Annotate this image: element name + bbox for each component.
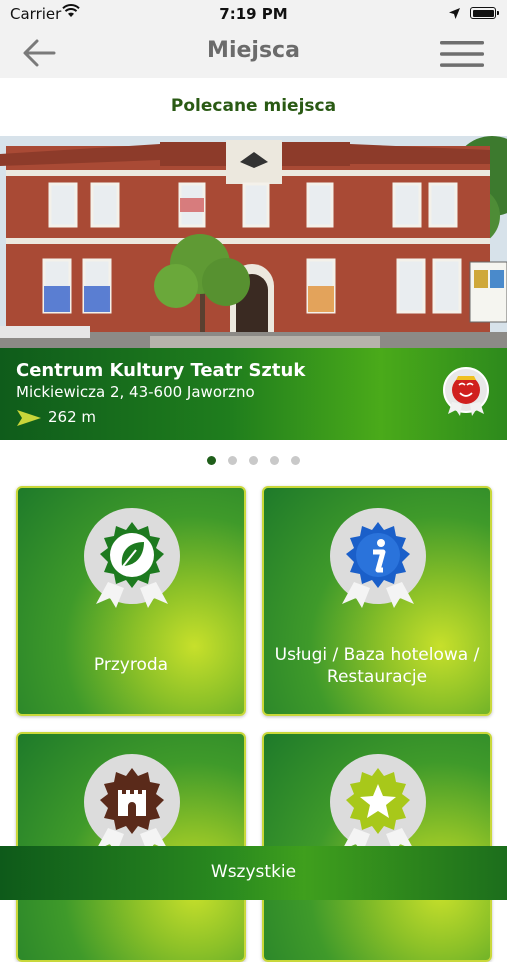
carousel-indicator[interactable] — [0, 456, 507, 465]
featured-place-info[interactable]: Centrum Kultury Teatr Sztuk Mickiewicza … — [0, 348, 507, 440]
featured-place-distance: 262 m — [48, 408, 97, 426]
featured-section-title: Polecane miejsca — [0, 80, 507, 136]
featured-place-name: Centrum Kultury Teatr Sztuk — [16, 360, 306, 381]
info-icon — [326, 508, 430, 616]
page-title: Miejsca — [207, 38, 300, 63]
status-time: 7:19 PM — [219, 5, 288, 23]
navigation-arrow-icon — [16, 408, 42, 432]
carousel-dot[interactable] — [270, 456, 279, 465]
category-tile-przyroda[interactable]: Przyroda — [16, 486, 246, 716]
location-arrow-icon — [448, 6, 461, 24]
status-bar: Carrier 7:19 PM — [0, 0, 507, 28]
leaf-icon — [80, 508, 184, 616]
carousel-dot[interactable] — [228, 456, 237, 465]
theater-masks-icon — [438, 366, 494, 426]
carousel-dot[interactable] — [291, 456, 300, 465]
carousel-dot[interactable] — [207, 456, 216, 465]
show-all-button[interactable]: Wszystkie — [0, 846, 507, 900]
hamburger-menu-icon[interactable] — [440, 40, 484, 72]
carousel-dot[interactable] — [249, 456, 258, 465]
featured-place-address: Mickiewicza 2, 43-600 Jaworzno — [16, 383, 255, 401]
nav-bar: Miejsca — [0, 28, 507, 78]
category-label: Usługi / Baza hotelowa / Restauracje — [274, 645, 480, 687]
battery-icon — [470, 7, 499, 19]
category-tile-uslugi[interactable]: Usługi / Baza hotelowa / Restauracje — [262, 486, 492, 716]
category-label: Przyroda — [93, 655, 169, 675]
